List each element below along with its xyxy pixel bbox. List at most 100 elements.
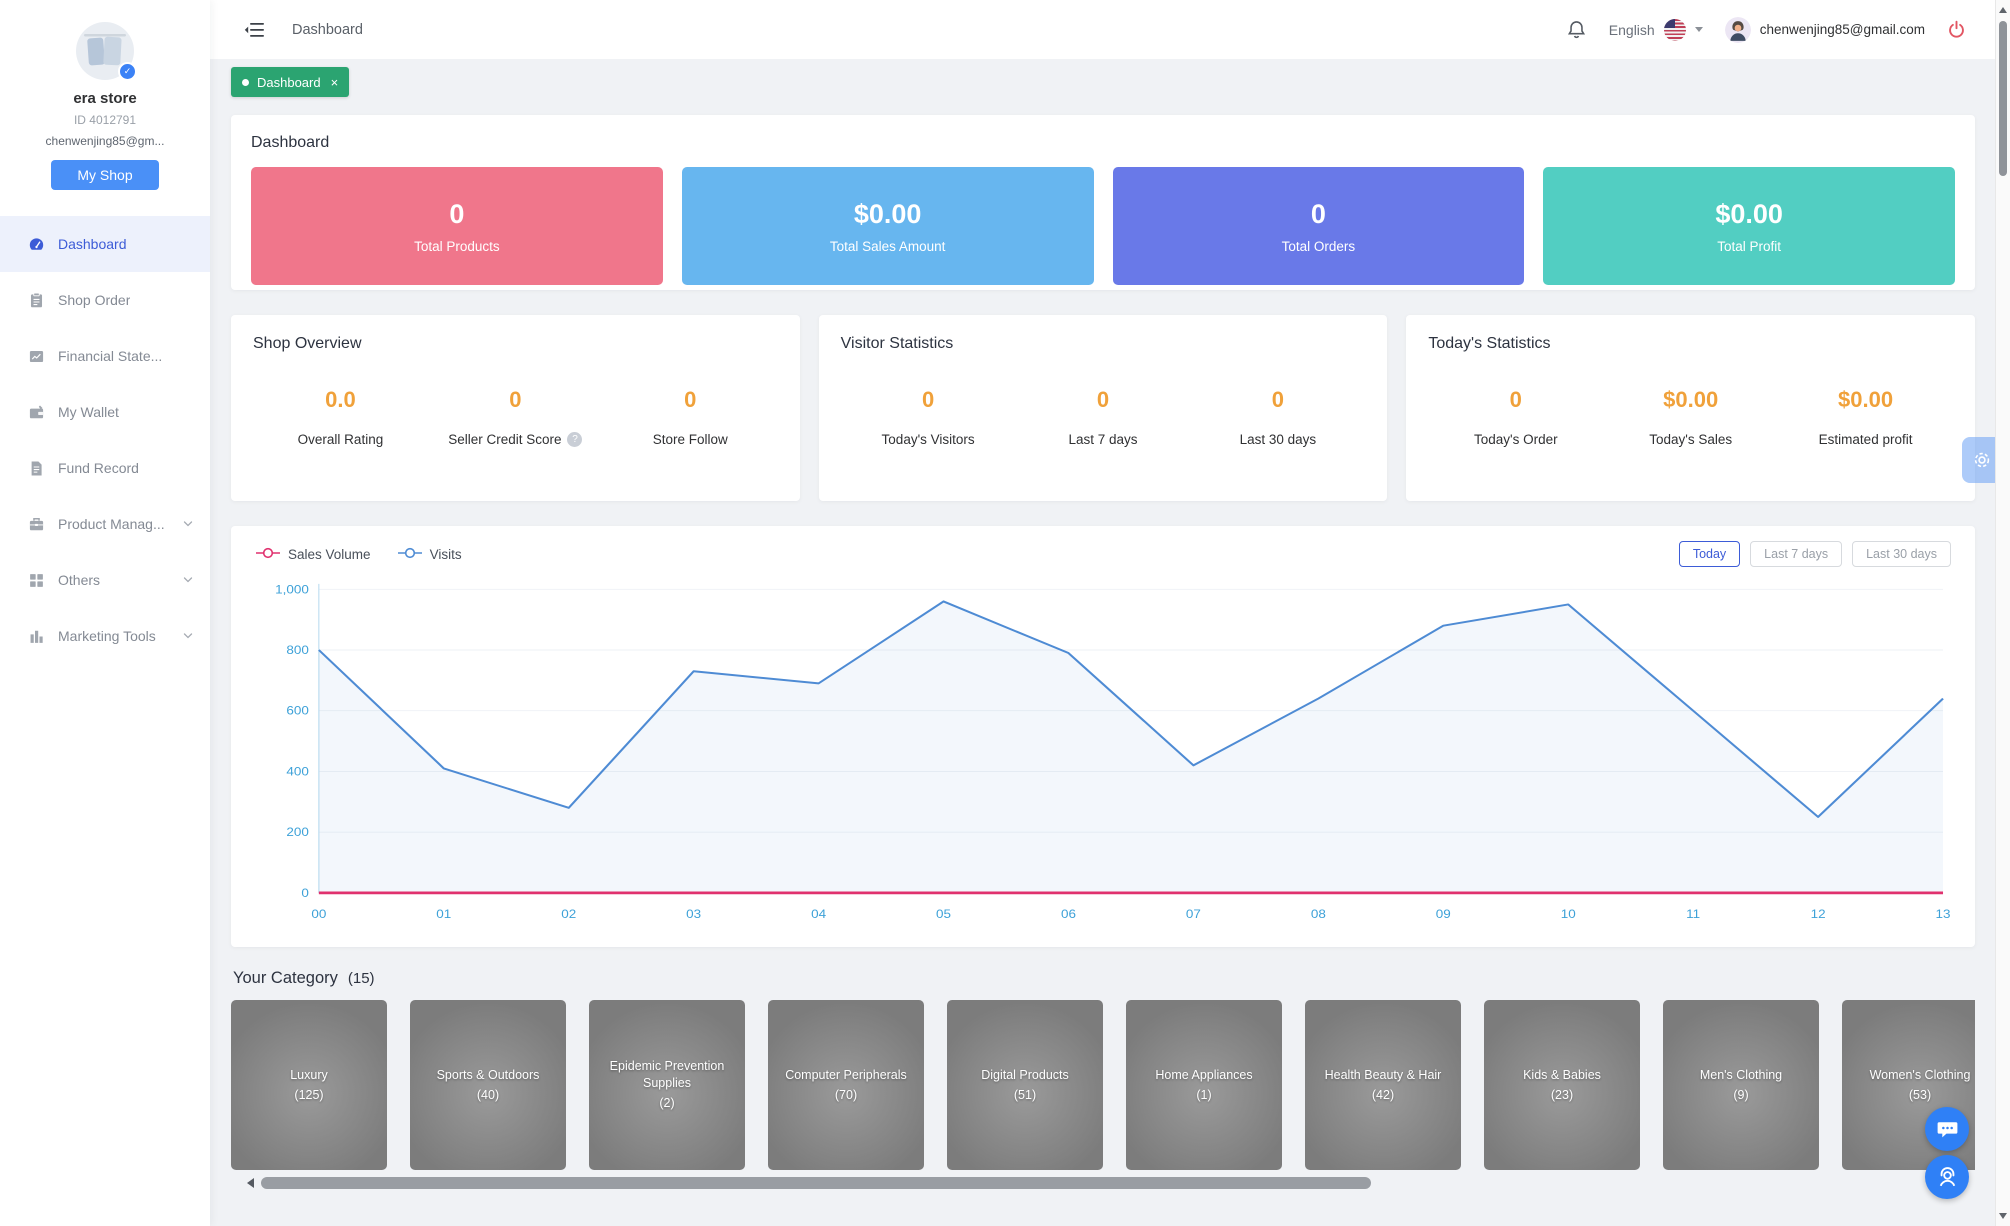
stat-value: 0 — [1096, 387, 1110, 412]
stat-estimated-profit: $0.00 Estimated profit — [1778, 387, 1953, 449]
summary-tile-total-products[interactable]: 0 Total Products — [251, 167, 663, 285]
sidebar-item-label: Financial State... — [58, 348, 163, 364]
tab-dashboard[interactable]: Dashboard × — [231, 67, 350, 97]
dashboard-summary-card: Dashboard 0 Total Products $0.00 Total Sale… — [231, 115, 1975, 290]
chat-button[interactable] — [1925, 1107, 1969, 1151]
category-count: (125) — [294, 1087, 324, 1102]
category-card-computer-peripherals[interactable]: Computer Peripherals (70) — [768, 1000, 924, 1170]
chart-legend: Sales Volume Visits — [255, 547, 462, 562]
stat-value: 0 — [684, 387, 697, 412]
panel-title: Today's Statistics — [1428, 335, 1551, 352]
stat-label-text: Today's Order — [1473, 432, 1558, 447]
sidebar-item-marketing-tools[interactable]: Marketing Tools — [0, 608, 210, 664]
svg-text:400: 400 — [286, 764, 308, 778]
stat-label: Today's Visitors — [882, 432, 975, 447]
stat-value: $0.00 — [1663, 387, 1719, 412]
horizontal-scrollbar-thumb[interactable] — [261, 1177, 1371, 1189]
stat-label: Store Follow — [653, 432, 728, 447]
chevron-down-icon — [182, 574, 194, 586]
stat-label: Today's Sales — [1649, 432, 1732, 447]
sidebar-item-my-wallet[interactable]: My Wallet — [0, 384, 210, 440]
language-label: English — [1608, 21, 1655, 38]
sidebar-item-product-manag[interactable]: Product Manag... — [0, 496, 210, 552]
scroll-down-arrow-icon[interactable] — [1999, 1213, 2007, 1219]
svg-text:11: 11 — [1686, 907, 1700, 921]
range-button-last-7-days[interactable]: Last 7 days — [1750, 541, 1843, 567]
sidebar-item-shop-order[interactable]: Shop Order — [0, 272, 210, 328]
order-icon — [28, 292, 45, 309]
customer-support-button[interactable] — [1925, 1155, 1969, 1199]
tab-close-icon[interactable]: × — [331, 76, 339, 89]
sidebar-item-label: Shop Order — [58, 292, 131, 308]
category-image-sports-balls — [410, 1000, 566, 1170]
category-name: Luxury — [290, 1067, 328, 1082]
sidebar-item-label: My Wallet — [58, 404, 119, 420]
range-button-last-30-days[interactable]: Last 30 days — [1852, 541, 1951, 567]
help-icon[interactable]: ? — [567, 432, 583, 447]
sidebar-item-others[interactable]: Others — [0, 552, 210, 608]
stat-value: $0.00 — [1838, 387, 1894, 412]
category-image-laptop — [768, 1000, 924, 1170]
category-card-health-beauty-hair[interactable]: Health Beauty & Hair (42) — [1305, 1000, 1461, 1170]
category-name: Sports & Outdoors — [436, 1067, 540, 1082]
summary-tile-total-sales-amount[interactable]: $0.00 Total Sales Amount — [681, 167, 1094, 285]
sidebar-item-financial-state[interactable]: Financial State... — [0, 328, 210, 384]
category-image-earbuds — [947, 1000, 1103, 1170]
tab-active-dot — [242, 78, 249, 86]
category-card-luxury[interactable]: Luxury (125) — [231, 1000, 387, 1170]
category-name: Epidemic Prevention Supplies — [609, 1059, 725, 1091]
sidebar-item-label: Dashboard — [58, 236, 127, 252]
store-avatar[interactable]: ✓ — [76, 22, 137, 81]
category-count: (53) — [1908, 1087, 1932, 1102]
stat-label: Today's Order — [1474, 432, 1558, 447]
my-shop-button[interactable]: My Shop — [51, 160, 159, 190]
store-email: chenwenjing85@gm... — [45, 134, 165, 148]
stat-today-s-sales: $0.00 Today's Sales — [1603, 387, 1778, 449]
chevron-down-icon — [1694, 27, 1703, 32]
store-profile: ✓ era store ID 4012791 chenwenjing85@gm.… — [0, 0, 210, 200]
category-card-epidemic-prevention-supplies[interactable]: Epidemic Prevention Supplies (2) — [589, 1000, 745, 1170]
vertical-scrollbar[interactable] — [1995, 0, 2010, 1226]
chat-bubble-icon — [1937, 1121, 1957, 1137]
category-card-sports-outdoors[interactable]: Sports & Outdoors (40) — [410, 1000, 566, 1170]
legend-marker-icon — [397, 547, 423, 562]
financial-statement-icon — [28, 348, 45, 365]
category-card-digital-products[interactable]: Digital Products (51) — [947, 1000, 1103, 1170]
legend-item-visits[interactable]: Visits — [397, 547, 462, 562]
language-selector[interactable]: English — [1608, 18, 1703, 41]
summary-tile-total-orders[interactable]: 0 Total Orders — [1112, 167, 1525, 285]
svg-text:200: 200 — [286, 825, 308, 839]
topbar: Dashboard English chenwenjing85@gmail.co… — [210, 0, 2010, 59]
logout-power-icon[interactable] — [1947, 20, 1966, 39]
stat-overall-rating: 0.0 Overall Rating — [253, 387, 428, 449]
others-icon — [28, 572, 45, 589]
scroll-left-arrow-icon[interactable] — [247, 1178, 254, 1188]
svg-text:0: 0 — [301, 886, 308, 900]
stat-label: Overall Rating — [298, 432, 384, 447]
category-card-home-appliances[interactable]: Home Appliances (1) — [1126, 1000, 1282, 1170]
sidebar-item-fund-record[interactable]: Fund Record — [0, 440, 210, 496]
category-card-men-s-clothing[interactable]: Men's Clothing (9) — [1663, 1000, 1819, 1170]
sidebar-item-dashboard[interactable]: Dashboard — [0, 216, 210, 272]
sidebar-item-label: Product Manag... — [58, 516, 165, 532]
category-card-kids-babies[interactable]: Kids & Babies (23) — [1484, 1000, 1640, 1170]
notification-bell-icon[interactable] — [1566, 19, 1587, 40]
panel-title: Visitor Statistics — [840, 335, 954, 352]
stat-store-follow: 0 Store Follow — [603, 387, 778, 449]
menu-fold-icon[interactable] — [244, 21, 266, 39]
sidebar-item-label: Others — [58, 572, 101, 588]
scroll-up-arrow-icon[interactable] — [1999, 7, 2007, 13]
legend-item-sales-volume[interactable]: Sales Volume — [255, 547, 371, 562]
range-button-today[interactable]: Today — [1678, 541, 1741, 567]
sidebar-item-label: Fund Record — [58, 460, 139, 476]
stat-value: 0 — [1271, 387, 1285, 412]
stat-label: Last 30 days — [1240, 432, 1317, 447]
summary-tile-value: 0 — [449, 198, 465, 229]
stat-label-text: Store Follow — [652, 432, 728, 447]
svg-text:02: 02 — [561, 907, 576, 921]
vertical-scrollbar-thumb[interactable] — [1999, 21, 2007, 176]
summary-tile-total-profit[interactable]: $0.00 Total Profit — [1543, 167, 1955, 285]
category-header: Your Category (15) — [231, 969, 1975, 988]
user-menu[interactable]: chenwenjing85@gmail.com — [1724, 16, 1925, 43]
panel-stats: 0 Today's Visitors 0 Last 7 days 0 Last 30 da… — [841, 387, 1366, 449]
